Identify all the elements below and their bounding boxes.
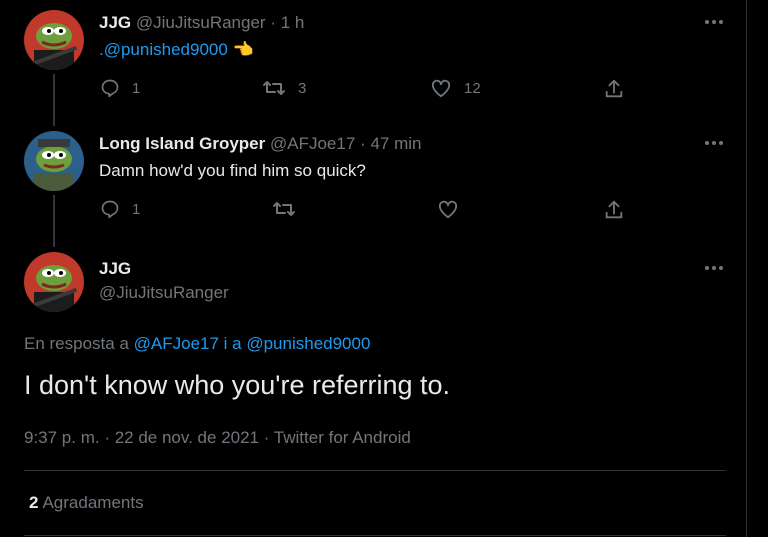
avatar[interactable]	[24, 131, 84, 191]
reply-icon	[101, 200, 119, 219]
share-button[interactable]	[603, 199, 625, 221]
emoji: 👈	[232, 40, 254, 59]
share-icon	[605, 200, 623, 219]
share-icon	[605, 79, 623, 98]
more-icon	[705, 141, 723, 145]
thread-line	[53, 195, 55, 247]
retweet-icon	[263, 81, 285, 95]
heart-icon	[438, 200, 458, 219]
heart-icon	[431, 79, 451, 98]
tweet-text: Damn how'd you find him so quick?	[99, 161, 366, 180]
tweet-text: I don't know who you're referring to.	[24, 370, 451, 400]
reply-count: 1	[132, 79, 141, 97]
likes-summary[interactable]: 2 Agradaments	[29, 493, 144, 513]
reply-count: 1	[132, 200, 141, 218]
more-options-button[interactable]	[702, 258, 726, 278]
divider	[24, 470, 726, 471]
tweet-meta[interactable]: 9:37 p. m. · 22 de nov. de 2021 · Twitte…	[24, 428, 411, 448]
thread-line	[53, 74, 55, 126]
more-icon	[705, 20, 723, 24]
tweet-header: JJG @JiuJitsuRanger · 1 h	[99, 13, 304, 33]
retweet-button[interactable]	[272, 199, 296, 219]
tweet-text: .@punished9000 👈	[99, 40, 254, 60]
retweet-button[interactable]: 3	[262, 78, 306, 98]
like-button[interactable]: 12	[430, 78, 481, 98]
like-label: Agradaments	[42, 493, 144, 512]
separator: ·	[270, 13, 276, 32]
display-name[interactable]: JJG	[99, 13, 131, 32]
more-options-button[interactable]	[702, 12, 726, 32]
handle[interactable]: @JiuJitsuRanger	[136, 13, 266, 32]
share-button[interactable]	[603, 78, 625, 100]
reply-context: En resposta a @AFJoe17 i a @punished9000	[24, 334, 370, 354]
reply-mentions-link[interactable]: @AFJoe17 i a @punished9000	[134, 334, 371, 353]
pepe-avatar-blue-icon	[24, 131, 84, 191]
like-count: 12	[464, 79, 481, 97]
divider	[24, 535, 726, 536]
timestamp[interactable]: 47 min	[370, 134, 421, 153]
display-name[interactable]: JJG	[99, 259, 131, 279]
separator: ·	[360, 134, 366, 153]
column-border	[746, 0, 747, 537]
more-options-button[interactable]	[702, 133, 726, 153]
like-total: 2	[29, 493, 39, 512]
display-name[interactable]: Long Island Groyper	[99, 134, 265, 153]
more-icon	[705, 266, 723, 270]
like-button[interactable]	[437, 199, 459, 219]
reply-icon	[101, 79, 119, 98]
retweet-icon	[273, 202, 295, 216]
pepe-avatar-red-icon	[24, 10, 84, 70]
handle[interactable]: @AFJoe17	[270, 134, 355, 153]
reply-prefix: En resposta a	[24, 334, 129, 353]
mention-link[interactable]: .@punished9000	[99, 40, 228, 59]
handle[interactable]: @JiuJitsuRanger	[99, 283, 229, 303]
avatar[interactable]	[24, 252, 84, 312]
pepe-avatar-red-icon	[24, 252, 84, 312]
avatar[interactable]	[24, 10, 84, 70]
tweet-header: Long Island Groyper @AFJoe17 · 47 min	[99, 134, 421, 154]
timestamp[interactable]: 1 h	[281, 13, 305, 32]
reply-button[interactable]: 1	[100, 78, 140, 98]
retweet-count: 3	[298, 79, 307, 97]
reply-button[interactable]: 1	[100, 199, 140, 219]
